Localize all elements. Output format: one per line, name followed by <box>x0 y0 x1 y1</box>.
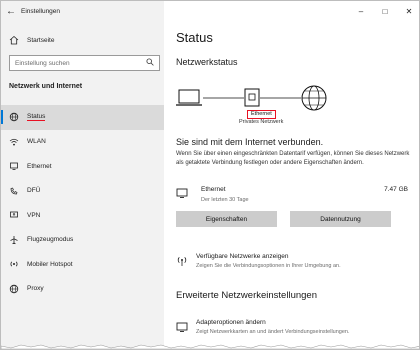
sidebar-item-status[interactable]: Status <box>1 105 164 130</box>
window-controls: – □ ✕ <box>349 1 419 21</box>
adapter-label: Ethernet <box>247 110 276 119</box>
hotspot-icon <box>1 259 27 269</box>
sidebar-item-label: Proxy <box>27 285 44 293</box>
properties-button[interactable]: Eigenschaften <box>176 211 277 227</box>
vpn-icon <box>1 210 27 220</box>
sidebar-item-vpn[interactable]: VPN <box>1 203 164 228</box>
adapter-icon <box>176 321 188 333</box>
page-title: Status <box>176 30 213 45</box>
option-title: Verfügbare Netzwerke anzeigen <box>196 253 289 260</box>
torn-edge <box>1 344 419 349</box>
adapter-options-link[interactable]: Adapteroptionen ändern Zeigt Netzwerkkar… <box>176 319 416 341</box>
usage-amount: 7.47 GB <box>384 186 408 193</box>
connection-usage-row: Ethernet Der letzten 30 Tage 7.47 GB <box>176 185 408 205</box>
sidebar-item-label: Mobiler Hotspot <box>27 260 73 268</box>
back-arrow-icon: ← <box>6 5 16 17</box>
sidebar-item-label: WLAN <box>27 138 46 146</box>
globe-status-icon <box>1 112 27 122</box>
minimize-icon: – <box>358 6 364 16</box>
globe-icon <box>1 284 27 294</box>
sidebar-item-ethernet[interactable]: Ethernet <box>1 154 164 179</box>
ethernet-icon <box>176 187 188 199</box>
maximize-icon: □ <box>382 6 388 16</box>
home-icon <box>1 35 27 45</box>
network-status-heading: Netzwerkstatus <box>176 57 238 67</box>
usage-period: Der letzten 30 Tage <box>201 197 249 203</box>
network-type-label: Privates Netzwerk <box>239 119 284 125</box>
maximize-button[interactable]: □ <box>373 1 397 21</box>
sidebar-item-label: Flugzeugmodus <box>27 236 74 244</box>
advanced-settings-heading: Erweiterte Netzwerkeinstellungen <box>176 290 317 301</box>
close-icon: ✕ <box>405 6 413 16</box>
laptop-icon <box>176 89 202 106</box>
sidebar-item-home[interactable]: Startseite <box>1 31 164 49</box>
section-title: Netzwerk und Internet <box>9 83 83 90</box>
network-diagram-graphic <box>176 85 327 111</box>
app-title: Einstellungen <box>21 7 61 15</box>
wifi-icon <box>1 137 27 147</box>
sidebar-item-airplane-mode[interactable]: Flugzeugmodus <box>1 228 164 253</box>
main-content: – □ ✕ Status Netzwerkstatus Ethernet Pri… <box>164 1 419 349</box>
dialup-icon <box>1 186 27 196</box>
sidebar-item-mobile-hotspot[interactable]: Mobiler Hotspot <box>1 252 164 277</box>
ethernet-port-icon <box>244 88 260 107</box>
sidebar-item-proxy[interactable]: Proxy <box>1 277 164 302</box>
connection-description: Wenn Sie über einen eingeschränkten Date… <box>176 151 410 166</box>
search-input[interactable]: Einstellung suchen <box>9 55 160 71</box>
sidebar-item-label: DFÜ <box>27 187 41 195</box>
network-diagram: Ethernet Privates Netzwerk <box>176 81 416 131</box>
sidebar: ← Einstellungen Startseite Einstellung s… <box>1 1 164 349</box>
sidebar-item-wlan[interactable]: WLAN <box>1 130 164 155</box>
ethernet-icon <box>1 161 27 171</box>
connection-name: Ethernet <box>201 186 226 193</box>
available-networks-link[interactable]: Verfügbare Netzwerke anzeigen Zeigen Sie… <box>176 253 416 275</box>
option-subtitle: Zeigt Netzwerkkarten an und ändert Verbi… <box>196 329 350 335</box>
search-icon <box>146 58 154 68</box>
minimize-button[interactable]: – <box>349 1 373 21</box>
sidebar-item-label: Startseite <box>27 36 55 44</box>
settings-window: ← Einstellungen Startseite Einstellung s… <box>0 0 420 350</box>
back-button[interactable]: ← <box>1 1 21 21</box>
option-subtitle: Zeigen Sie die Verbindungsoptionen in Ih… <box>196 263 341 269</box>
sidebar-nav: Status WLAN Ethernet DFÜ VPN Flugzeugmod… <box>1 105 164 301</box>
airplane-icon <box>1 235 27 245</box>
sidebar-item-label: Ethernet <box>27 162 52 170</box>
title-bar: ← Einstellungen <box>1 1 164 21</box>
close-button[interactable]: ✕ <box>397 1 419 21</box>
data-usage-button[interactable]: Datennutzung <box>290 211 391 227</box>
search-placeholder: Einstellung suchen <box>15 59 70 67</box>
sidebar-item-dialup[interactable]: DFÜ <box>1 179 164 204</box>
sidebar-item-label: Status <box>27 113 46 122</box>
antenna-icon <box>176 255 188 267</box>
internet-globe-icon <box>301 85 327 111</box>
sidebar-item-label: VPN <box>27 211 41 219</box>
option-title: Adapteroptionen ändern <box>196 319 266 326</box>
connection-status: Sie sind mit dem Internet verbunden. <box>176 137 324 147</box>
